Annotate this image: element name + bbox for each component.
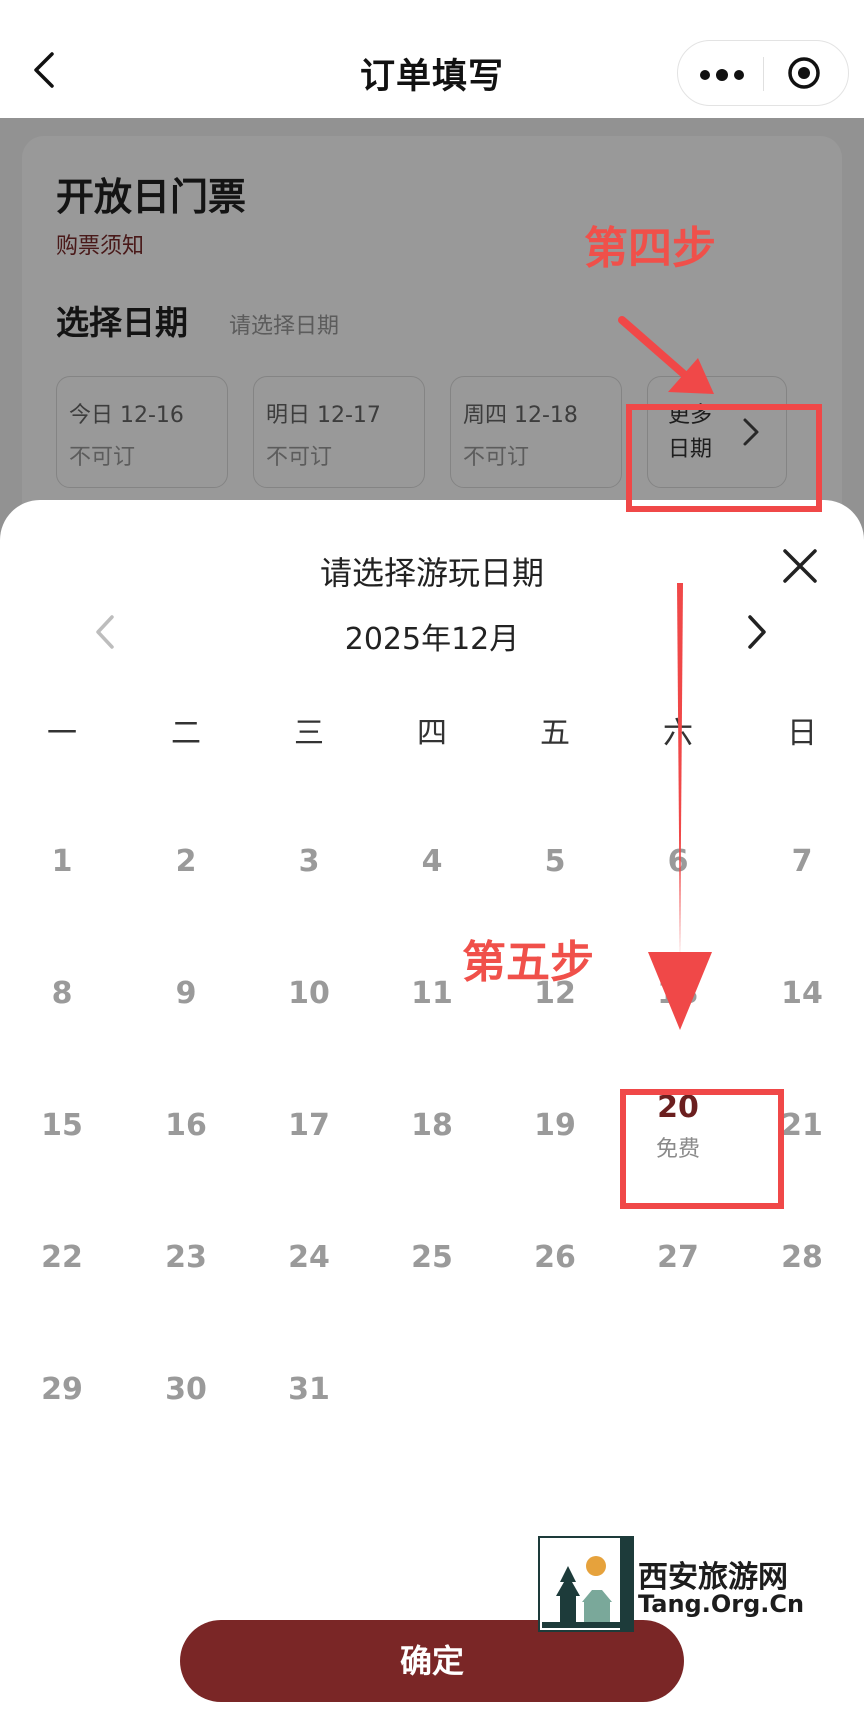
day-number: 28 [781,1240,823,1275]
weekday-label: 三 [294,716,324,751]
calendar-day[interactable]: 17 [247,1084,371,1184]
weekday-label: 日 [787,716,817,751]
day-number: 16 [165,1108,207,1143]
calendar-day[interactable]: 10 [247,952,371,1052]
day-number: 1 [51,844,73,879]
calendar-day[interactable]: 24 [247,1216,371,1316]
weekday-label: 五 [540,716,570,751]
more-options-icon[interactable] [678,41,763,105]
calendar-day[interactable]: 31 [247,1348,371,1448]
day-number: 10 [288,976,330,1011]
calendar-day[interactable]: 28 [740,1216,864,1316]
calendar-day[interactable]: 19 [493,1084,617,1184]
calendar-day[interactable]: 26 [493,1216,617,1316]
day-number: 18 [411,1108,453,1143]
day-number: 7 [791,844,813,879]
day-number: 31 [288,1372,330,1407]
calendar-day[interactable]: 13 [616,952,740,1052]
calendar-day[interactable]: 25 [370,1216,494,1316]
calendar-day[interactable]: 5 [493,820,617,920]
capsule-divider [763,57,764,91]
day-number: 5 [544,844,566,879]
calendar-day[interactable]: 3 [247,820,371,920]
day-number: 24 [288,1240,330,1275]
day-number: 25 [411,1240,453,1275]
day-number: 4 [421,844,443,879]
day-number: 20 [657,1090,699,1125]
calendar-day[interactable]: 22 [0,1216,124,1316]
calendar-day[interactable]: 8 [0,952,124,1052]
calendar-day[interactable]: 6 [616,820,740,920]
day-number: 12 [534,976,576,1011]
day-number: 26 [534,1240,576,1275]
chevron-right-icon[interactable] [742,612,772,652]
current-month: 2025年12月 [344,622,520,657]
calendar-day-available[interactable]: 20 免费 [616,1084,740,1184]
day-price-note: 免费 [655,1137,700,1162]
weekday-label: 一 [47,716,77,751]
calendar-day[interactable]: 30 [124,1348,248,1448]
day-number: 30 [165,1372,207,1407]
sheet-title: 请选择游玩日期 [319,554,544,592]
date-picker-sheet: 请选择游玩日期 2025年12月 一二三四五六日 1 2 3 4 5 6 7 8 9 10 11 12… [0,500,864,1714]
pagoda-logo-icon [538,1536,634,1632]
calendar-day[interactable]: 4 [370,820,494,920]
day-number: 23 [165,1240,207,1275]
calendar-day[interactable]: 12 [493,952,617,1052]
watermark-url: Tang.Org.Cn [638,1590,805,1618]
day-number: 13 [657,976,699,1011]
weekday-label: 六 [663,716,693,751]
day-number: 29 [41,1372,83,1407]
calendar-day[interactable]: 14 [740,952,864,1052]
calendar-day[interactable]: 16 [124,1084,248,1184]
calendar-day[interactable]: 27 [616,1216,740,1316]
miniprogram-capsule [677,40,849,106]
day-number: 2 [175,844,197,879]
nav-bar: 订单填写 [0,0,864,118]
calendar-day[interactable]: 1 [0,820,124,920]
confirm-button[interactable]: 确定 [180,1620,684,1702]
day-number: 19 [534,1108,576,1143]
day-number: 21 [781,1108,823,1143]
day-number: 14 [781,976,823,1011]
weekday-label: 二 [171,716,201,751]
day-number: 27 [657,1240,699,1275]
calendar-day[interactable]: 2 [124,820,248,920]
day-number: 6 [667,844,689,879]
calendar-day[interactable]: 11 [370,952,494,1052]
close-miniprogram-icon[interactable] [786,55,822,91]
calendar-day[interactable]: 29 [0,1348,124,1448]
day-number: 17 [288,1108,330,1143]
calendar-day[interactable]: 15 [0,1084,124,1184]
day-number: 9 [175,976,197,1011]
calendar-day[interactable]: 9 [124,952,248,1052]
weekday-label: 四 [417,716,447,751]
day-number: 8 [51,976,73,1011]
close-icon[interactable] [780,546,820,586]
calendar-day[interactable]: 18 [370,1084,494,1184]
day-number: 15 [41,1108,83,1143]
watermark: 西安旅游网 Tang.Org.Cn [538,1536,804,1632]
calendar-day[interactable]: 7 [740,820,864,920]
calendar-day[interactable]: 23 [124,1216,248,1316]
day-number: 3 [298,844,320,879]
day-number: 11 [411,976,453,1011]
calendar-day[interactable]: 21 [740,1084,864,1184]
day-number: 22 [41,1240,83,1275]
